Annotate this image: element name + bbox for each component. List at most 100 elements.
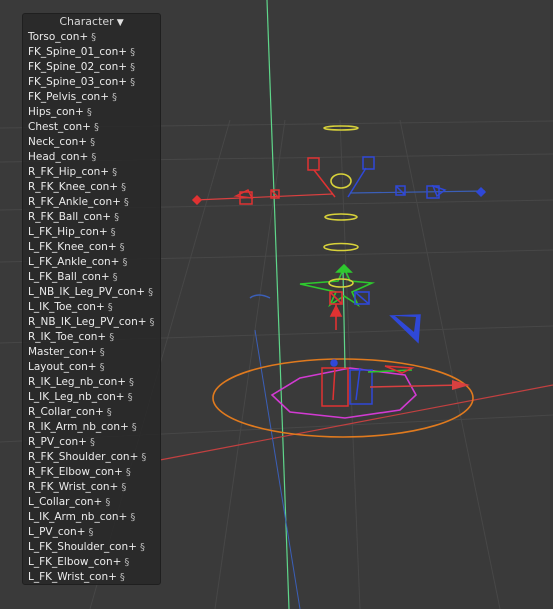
link-icon[interactable]: § — [111, 227, 116, 238]
control-label: Neck_con+ — [28, 136, 88, 148]
list-item[interactable]: Layout_con+ § — [28, 360, 160, 375]
list-item[interactable]: Head_con+ § — [28, 150, 160, 165]
link-icon[interactable]: § — [114, 212, 119, 223]
control-label: L_IK_Toe_con+ — [28, 301, 105, 313]
list-item[interactable]: R_FK_Knee_con+ § — [28, 180, 160, 195]
control-label: Chest_con+ — [28, 121, 91, 133]
list-item[interactable]: Chest_con+ § — [28, 120, 160, 135]
red-arrow — [369, 384, 463, 388]
list-item[interactable]: L_FK_Knee_con+ § — [28, 240, 160, 255]
link-icon[interactable]: § — [108, 302, 113, 313]
chevron-down-icon[interactable]: ▼ — [117, 18, 124, 28]
list-item[interactable]: L_FK_Hip_con+ § — [28, 225, 160, 240]
link-icon[interactable]: § — [94, 122, 99, 133]
link-icon[interactable]: § — [100, 362, 105, 373]
link-icon[interactable]: § — [141, 452, 146, 463]
arm-controls[interactable] — [191, 184, 487, 206]
link-icon[interactable]: § — [89, 527, 94, 538]
control-label: FK_Pelvis_con+ — [28, 91, 110, 103]
link-icon[interactable]: § — [121, 482, 126, 493]
link-icon[interactable]: § — [130, 62, 135, 73]
control-label: R_IK_Leg_nb_con+ — [28, 376, 127, 388]
list-item[interactable]: R_Collar_con+ § — [28, 405, 160, 420]
link-icon[interactable]: § — [120, 242, 125, 253]
link-icon[interactable]: § — [109, 332, 114, 343]
list-item[interactable]: R_NB_IK_Leg_PV_con+ § — [28, 315, 160, 330]
link-icon[interactable]: § — [130, 47, 135, 58]
list-item[interactable]: R_IK_Toe_con+ § — [28, 330, 160, 345]
link-icon[interactable]: § — [140, 542, 145, 553]
list-item[interactable]: R_PV_con+ § — [28, 435, 160, 450]
control-label: L_FK_Shoulder_con+ — [28, 541, 137, 553]
list-item[interactable]: L_Collar_con+ § — [28, 495, 160, 510]
link-icon[interactable]: § — [120, 572, 125, 583]
list-item[interactable]: R_IK_Leg_nb_con+ § — [28, 375, 160, 390]
link-icon[interactable]: § — [150, 317, 155, 328]
list-item[interactable]: Hips_con+ § — [28, 105, 160, 120]
list-item[interactable]: L_FK_Wrist_con+ § — [28, 570, 160, 585]
list-item[interactable]: R_FK_Elbow_con+ § — [28, 465, 160, 480]
link-icon[interactable]: § — [124, 557, 129, 568]
panel-header[interactable]: Character ▼ — [23, 14, 160, 30]
character-controls-panel: Character ▼ Torso_con+ § FK_Spine_01_con+ § F… — [22, 13, 161, 585]
list-item[interactable]: R_FK_Ball_con+ § — [28, 210, 160, 225]
list-item[interactable]: R_IK_Arm_nb_con+ § — [28, 420, 160, 435]
collar-controls[interactable] — [307, 156, 375, 198]
control-label: FK_Spine_02_con+ — [28, 61, 128, 73]
list-item[interactable]: Neck_con+ § — [28, 135, 160, 150]
list-item[interactable]: L_FK_Elbow_con+ § — [28, 555, 160, 570]
control-label: FK_Spine_03_con+ — [28, 76, 128, 88]
link-icon[interactable]: § — [129, 377, 134, 388]
list-item[interactable]: FK_Spine_03_con+ § — [28, 75, 160, 90]
control-label: L_FK_Ball_con+ — [28, 271, 110, 283]
link-icon[interactable]: § — [128, 392, 133, 403]
control-label: L_FK_Ankle_con+ — [28, 256, 120, 268]
control-label: R_FK_Elbow_con+ — [28, 466, 123, 478]
link-icon[interactable]: § — [105, 497, 110, 508]
foot-controls[interactable] — [321, 359, 415, 407]
control-label: R_IK_Toe_con+ — [28, 331, 107, 343]
list-item[interactable]: FK_Pelvis_con+ § — [28, 90, 160, 105]
hips-control[interactable] — [299, 263, 376, 330]
link-icon[interactable]: § — [90, 437, 95, 448]
list-item[interactable]: Master_con+ § — [28, 345, 160, 360]
control-label: R_Collar_con+ — [28, 406, 104, 418]
list-item[interactable]: FK_Spine_02_con+ § — [28, 60, 160, 75]
link-icon[interactable]: § — [107, 407, 112, 418]
list-item[interactable]: L_IK_Toe_con+ § — [28, 300, 160, 315]
control-label: R_FK_Knee_con+ — [28, 181, 119, 193]
link-icon[interactable]: § — [130, 77, 135, 88]
link-icon[interactable]: § — [100, 347, 105, 358]
control-label: L_PV_con+ — [28, 526, 86, 538]
list-item[interactable]: R_FK_Shoulder_con+ § — [28, 450, 160, 465]
link-icon[interactable]: § — [148, 287, 153, 298]
link-icon[interactable]: § — [90, 137, 95, 148]
list-item[interactable]: Torso_con+ § — [28, 30, 160, 45]
link-icon[interactable]: § — [121, 182, 126, 193]
list-item[interactable]: L_FK_Ankle_con+ § — [28, 255, 160, 270]
link-icon[interactable]: § — [112, 92, 117, 103]
list-item[interactable]: L_FK_Shoulder_con+ § — [28, 540, 160, 555]
link-icon[interactable]: § — [91, 152, 96, 163]
list-item[interactable]: FK_Spine_01_con+ § — [28, 45, 160, 60]
list-item[interactable]: L_IK_Arm_nb_con+ § — [28, 510, 160, 525]
list-item[interactable]: L_FK_Ball_con+ § — [28, 270, 160, 285]
link-icon[interactable]: § — [124, 197, 129, 208]
list-item[interactable]: L_IK_Leg_nb_con+ § — [28, 390, 160, 405]
layout-control-octagon[interactable] — [270, 367, 418, 419]
link-icon[interactable]: § — [126, 467, 131, 478]
link-icon[interactable]: § — [130, 512, 135, 523]
link-icon[interactable]: § — [91, 32, 96, 43]
link-icon[interactable]: § — [113, 272, 118, 283]
list-item[interactable]: L_NB_IK_Leg_PV_con+ § — [28, 285, 160, 300]
list-item[interactable]: R_FK_Hip_con+ § — [28, 165, 160, 180]
list-item[interactable]: R_FK_Ankle_con+ § — [28, 195, 160, 210]
control-label: R_FK_Hip_con+ — [28, 166, 110, 178]
list-item[interactable]: R_FK_Wrist_con+ § — [28, 480, 160, 495]
link-icon[interactable]: § — [132, 422, 137, 433]
control-label: R_FK_Shoulder_con+ — [28, 451, 139, 463]
link-icon[interactable]: § — [122, 257, 127, 268]
list-item[interactable]: L_PV_con+ § — [28, 525, 160, 540]
link-icon[interactable]: § — [87, 107, 92, 118]
link-icon[interactable]: § — [112, 167, 117, 178]
